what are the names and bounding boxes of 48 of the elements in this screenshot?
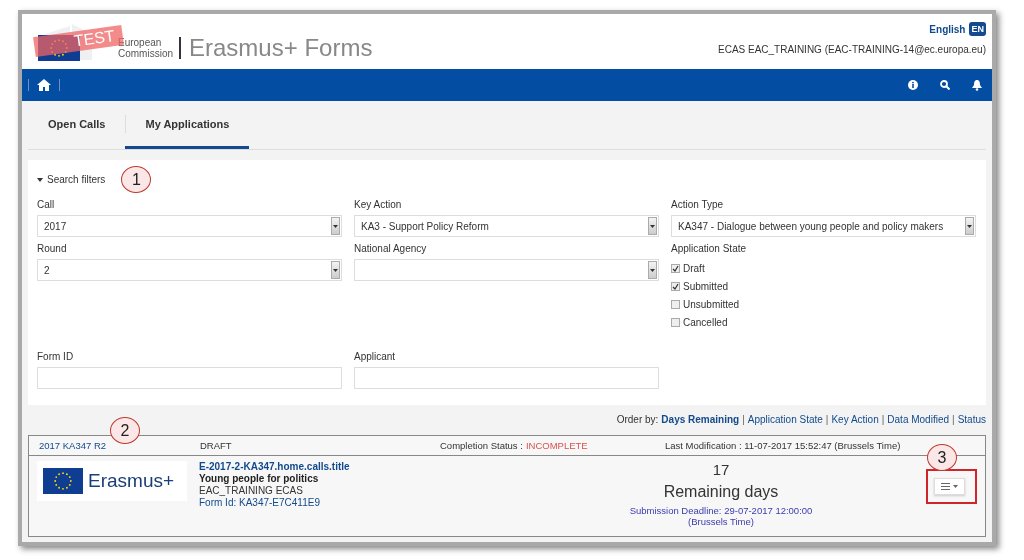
field-label: Form ID xyxy=(37,351,75,362)
field-label: Call xyxy=(37,199,56,210)
tab[interactable]: Open Calls xyxy=(28,101,126,149)
sort-link[interactable]: Status xyxy=(957,414,986,425)
select-field[interactable]: KA347 - Dialogue between young people and policy makers xyxy=(671,215,976,237)
checkbox-label: Draft xyxy=(683,262,705,274)
submission-deadline: Submission Deadline: 29-07-2017 12:00:00 (Brussels Time) xyxy=(628,505,814,527)
erasmus-logo: Erasmus+ xyxy=(37,461,187,501)
checkbox-label: Submitted xyxy=(683,280,729,292)
field-label: Key Action xyxy=(354,199,403,210)
completion-status: INCOMPLETE xyxy=(525,440,588,451)
field-label: Applicant xyxy=(354,351,397,362)
app-title: Erasmus+ Forms xyxy=(189,33,373,62)
language-code[interactable]: EN xyxy=(969,22,986,36)
application-subtitle: Young people for politics xyxy=(199,473,320,484)
days-count: 17 xyxy=(712,461,730,478)
search-filters-toggle[interactable]: Search filters xyxy=(37,174,106,185)
user-name: ECAS EAC_TRAINING (EAC-TRAINING-14@ec.europa.eu) xyxy=(718,44,986,55)
sort-link[interactable]: Key Action xyxy=(831,414,879,425)
application-title[interactable]: E-2017-2-KA347.home.calls.title xyxy=(199,461,589,472)
form-id: Form Id: KA347-E7C411E9 xyxy=(199,497,321,508)
separator: | xyxy=(825,414,829,425)
select-field[interactable]: KA3 - Support Policy Reform xyxy=(354,215,659,237)
field-label: National Agency xyxy=(354,243,428,254)
separator: | xyxy=(881,414,885,425)
select-field[interactable]: 2017 xyxy=(37,215,342,237)
language-link[interactable]: English xyxy=(929,23,966,35)
completion-label: Completion Status : xyxy=(440,440,523,451)
last-modification: Last Modification : 11-07-2017 15:52:47 (Brussels Time) xyxy=(665,440,902,451)
application-state: DRAFT xyxy=(200,440,233,451)
order-by-label: Order by: xyxy=(616,414,659,425)
sort-link[interactable]: Data Modified xyxy=(887,414,950,425)
field-label: Action Type xyxy=(671,199,725,210)
callout-marker: 1 xyxy=(121,166,152,193)
separator: | xyxy=(952,414,955,425)
callout-marker: 2 xyxy=(110,417,140,444)
checkbox-label: Unsubmitted xyxy=(683,298,740,310)
select-field[interactable]: 2 xyxy=(37,259,342,281)
callout-marker: 3 xyxy=(927,444,957,471)
field-label: Round xyxy=(37,243,68,254)
applicant-name: EAC_TRAINING ECAS xyxy=(199,485,304,496)
field-label: Application State xyxy=(671,243,748,254)
sort-link[interactable]: Days Remaining xyxy=(661,414,740,425)
days-label: Remaining days xyxy=(663,483,779,501)
separator: | xyxy=(742,414,745,425)
checkbox-label: Cancelled xyxy=(683,316,728,328)
sort-link[interactable]: Application State xyxy=(747,414,823,425)
tab[interactable]: My Applications xyxy=(125,101,250,149)
